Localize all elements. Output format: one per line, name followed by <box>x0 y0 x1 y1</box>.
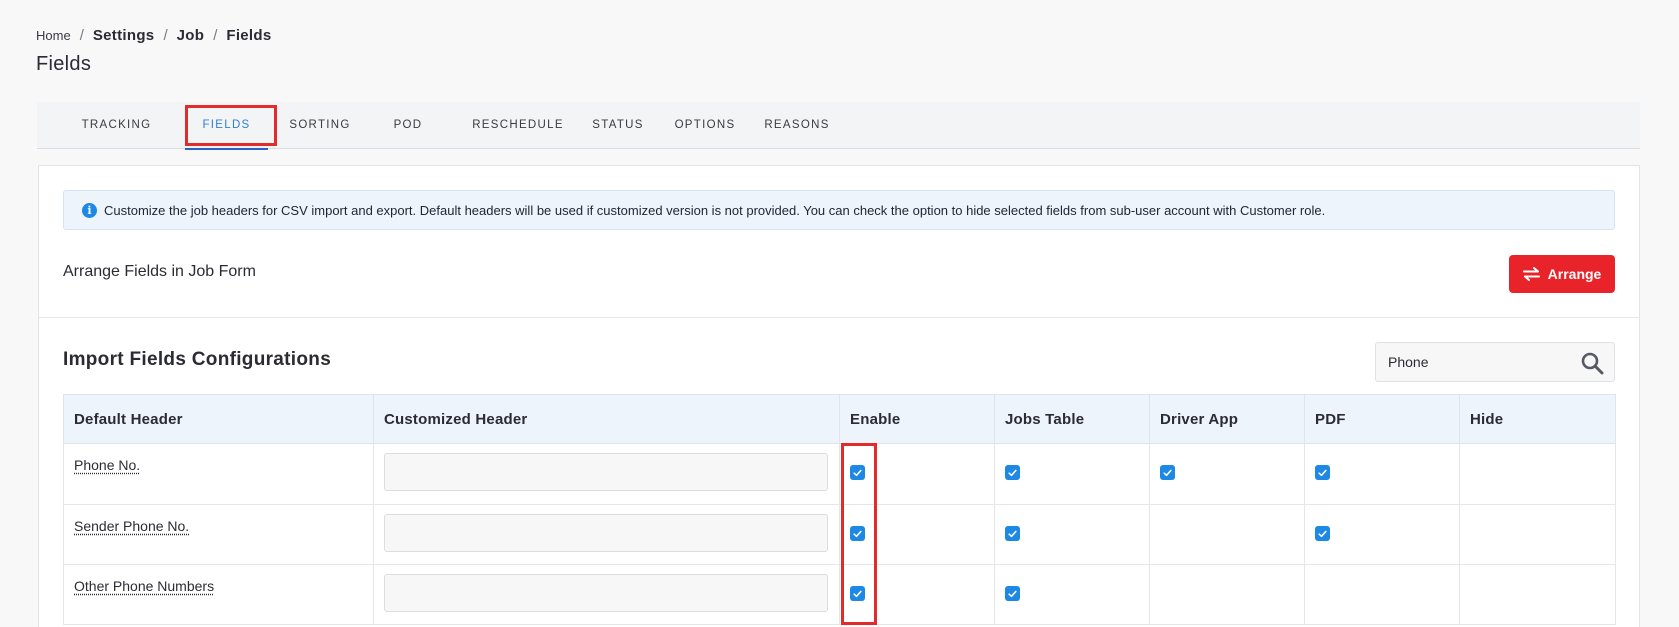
hide-cell <box>1460 444 1616 505</box>
search-input[interactable] <box>1376 343 1576 381</box>
default-header-label: Phone No. <box>74 457 140 473</box>
tab-fields-label: FIELDS <box>202 119 250 131</box>
default-header-label: Other Phone Numbers <box>74 578 214 594</box>
enable-checkbox[interactable] <box>850 586 865 601</box>
driver-app-checkbox[interactable] <box>1160 465 1175 480</box>
hide-cell <box>1460 565 1616 625</box>
tab-tracking-widget[interactable]: TRACKING WIDGET <box>54 102 179 149</box>
customized-header-input[interactable] <box>384 574 828 612</box>
header-pdf: PDF <box>1305 395 1460 444</box>
checkmark-icon <box>1008 590 1017 598</box>
tab-reschedule[interactable]: RESCHEDULE <box>469 102 567 149</box>
tab-fields[interactable]: FIELDS <box>185 102 268 149</box>
tab-options[interactable]: OPTIONS <box>665 102 745 149</box>
tab-sorting[interactable]: SORTING <box>284 102 356 149</box>
import-fields-title: Import Fields Configurations <box>63 349 331 371</box>
pdf-cell <box>1305 505 1460 565</box>
jobs-table-checkbox[interactable] <box>1005 526 1020 541</box>
table-row: Other Phone Numbers <box>64 565 1616 625</box>
pdf-checkbox[interactable] <box>1315 465 1330 480</box>
info-banner: i Customize the job headers for CSV impo… <box>63 190 1615 230</box>
active-tab-underline <box>185 148 268 150</box>
arrange-fields-label: Arrange Fields in Job Form <box>63 263 256 281</box>
section-divider <box>38 317 1640 318</box>
arrange-button[interactable]: Arrange <box>1509 255 1615 293</box>
settings-tabs: TRACKING WIDGET FIELDS SORTING POD RESCH… <box>37 102 1640 149</box>
page-title: Fields <box>36 53 91 76</box>
customized-header-cell <box>374 505 840 565</box>
driver-app-cell <box>1150 444 1305 505</box>
driver-app-cell <box>1150 565 1305 625</box>
jobs-table-cell <box>995 505 1150 565</box>
customized-header-input[interactable] <box>384 514 828 552</box>
tab-status[interactable]: STATUS <box>584 102 652 149</box>
breadcrumb-home[interactable]: Home <box>36 28 71 43</box>
breadcrumb-fields: Fields <box>226 27 271 44</box>
pdf-checkbox[interactable] <box>1315 526 1330 541</box>
breadcrumb-settings[interactable]: Settings <box>93 27 155 44</box>
header-default-header: Default Header <box>64 395 374 444</box>
pdf-cell <box>1305 565 1460 625</box>
import-fields-table: Default Header Customized Header Enable … <box>63 394 1616 625</box>
search-icon[interactable] <box>1580 351 1604 375</box>
driver-app-cell <box>1150 505 1305 565</box>
customized-header-cell <box>374 565 840 625</box>
jobs-table-checkbox[interactable] <box>1005 586 1020 601</box>
checkmark-icon <box>853 530 862 538</box>
swap-arrows-icon <box>1523 267 1540 281</box>
default-header-cell: Other Phone Numbers <box>64 565 374 625</box>
default-header-cell: Sender Phone No. <box>64 505 374 565</box>
arrange-button-label: Arrange <box>1548 266 1602 282</box>
table-header-row: Default Header Customized Header Enable … <box>64 395 1616 444</box>
header-jobs-table: Jobs Table <box>995 395 1150 444</box>
breadcrumb-separator: / <box>163 27 167 44</box>
default-header-cell: Phone No. <box>64 444 374 505</box>
header-hide: Hide <box>1460 395 1616 444</box>
jobs-table-cell <box>995 565 1150 625</box>
pdf-cell <box>1305 444 1460 505</box>
tab-pod[interactable]: POD <box>387 102 429 149</box>
checkmark-icon <box>1163 469 1172 477</box>
hide-cell <box>1460 505 1616 565</box>
jobs-table-cell <box>995 444 1150 505</box>
checkmark-icon <box>1008 530 1017 538</box>
header-driver-app: Driver App <box>1150 395 1305 444</box>
checkmark-icon <box>1318 530 1327 538</box>
checkmark-icon <box>1008 469 1017 477</box>
header-enable: Enable <box>840 395 995 444</box>
breadcrumb-job[interactable]: Job <box>177 27 205 44</box>
enable-cell <box>840 565 995 625</box>
customized-header-cell <box>374 444 840 505</box>
enable-cell <box>840 505 995 565</box>
customized-header-input[interactable] <box>384 453 828 491</box>
tab-reasons[interactable]: REASONS <box>759 102 835 149</box>
info-icon: i <box>82 203 97 218</box>
checkmark-icon <box>1318 469 1327 477</box>
enable-cell <box>840 444 995 505</box>
info-banner-text: Customize the job headers for CSV import… <box>104 203 1325 218</box>
table-row: Phone No. <box>64 444 1616 505</box>
enable-checkbox[interactable] <box>850 526 865 541</box>
search-box <box>1375 342 1615 382</box>
checkmark-icon <box>853 590 862 598</box>
table-row: Sender Phone No. <box>64 505 1616 565</box>
breadcrumb-separator: / <box>213 27 217 44</box>
checkmark-icon <box>853 469 862 477</box>
breadcrumb-separator: / <box>80 27 84 44</box>
breadcrumb: Home / Settings / Job / Fields <box>36 27 272 44</box>
jobs-table-checkbox[interactable] <box>1005 465 1020 480</box>
enable-checkbox[interactable] <box>850 465 865 480</box>
default-header-label: Sender Phone No. <box>74 518 189 534</box>
header-customized-header: Customized Header <box>374 395 840 444</box>
